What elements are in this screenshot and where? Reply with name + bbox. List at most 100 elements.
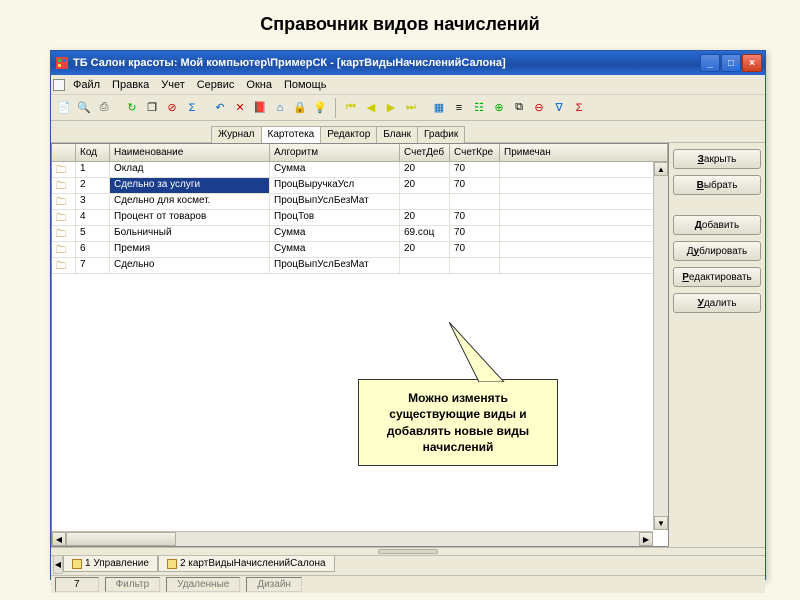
- bottom-tab-1[interactable]: 1 Управление: [63, 556, 158, 572]
- bulb-icon[interactable]: 💡: [311, 99, 329, 117]
- next-icon[interactable]: ▶: [382, 99, 400, 117]
- col-code[interactable]: Код: [76, 144, 110, 161]
- scroll-down-icon[interactable]: ▼: [654, 516, 668, 530]
- copy-icon[interactable]: ❐: [143, 99, 161, 117]
- dup-rec-icon[interactable]: ⧉: [510, 99, 528, 117]
- sigma2-icon[interactable]: Σ: [570, 99, 588, 117]
- cell-alg: Сумма: [270, 162, 400, 177]
- scroll-thumb[interactable]: [66, 532, 176, 546]
- folder-icon: 🗀: [56, 213, 66, 224]
- cell-code: 5: [76, 226, 110, 241]
- col-name[interactable]: Наименование: [110, 144, 270, 161]
- card-icon[interactable]: ☷: [470, 99, 488, 117]
- cell-kre: [450, 194, 500, 209]
- grid-icon[interactable]: ▦: [430, 99, 448, 117]
- horizontal-scrollbar[interactable]: ◀ ▶: [52, 531, 653, 546]
- row-handle[interactable]: 🗀: [52, 242, 76, 257]
- edit-button[interactable]: Редактировать: [673, 267, 761, 287]
- menu-edit[interactable]: Правка: [106, 77, 155, 93]
- folder-icon: 🗀: [56, 245, 66, 256]
- row-handle[interactable]: 🗀: [52, 258, 76, 273]
- close-window-button[interactable]: ×: [742, 54, 762, 72]
- page-title: Справочник видов начислений: [0, 0, 800, 43]
- scroll-up-icon[interactable]: ▲: [654, 162, 668, 176]
- cell-deb: 69.соц: [400, 226, 450, 241]
- cross-icon[interactable]: ✕: [231, 99, 249, 117]
- tab-scroll-left-icon[interactable]: ◀: [53, 556, 63, 574]
- cell-code: 3: [76, 194, 110, 209]
- close-button[interactable]: Закрыть: [673, 149, 761, 169]
- table-row[interactable]: 🗀6ПремияСумма2070: [52, 242, 668, 258]
- lock-icon[interactable]: 🔒: [291, 99, 309, 117]
- col-debit[interactable]: СчетДеб: [400, 144, 450, 161]
- tab-editor[interactable]: Редактор: [320, 126, 377, 143]
- last-icon[interactable]: ⏭: [402, 99, 420, 117]
- status-count: 7: [55, 577, 99, 592]
- status-filter[interactable]: Фильтр: [105, 577, 161, 592]
- bottom-tab-2[interactable]: 2 картВидыНачисленийСалона: [158, 556, 335, 572]
- add-button[interactable]: Добавить: [673, 215, 761, 235]
- table-row[interactable]: 🗀5БольничныйСумма69.соц70: [52, 226, 668, 242]
- table-row[interactable]: 🗀2Сдельно за услугиПроцВыручкаУсл2070: [52, 178, 668, 194]
- open-icon[interactable]: 🔍: [75, 99, 93, 117]
- menu-service[interactable]: Сервис: [191, 77, 241, 93]
- tab-blank[interactable]: Бланк: [376, 126, 418, 143]
- cell-note: [500, 178, 668, 193]
- menu-help[interactable]: Помощь: [278, 77, 333, 93]
- app-window: ТБ Салон красоты: Мой компьютер\ПримерСК…: [50, 50, 766, 580]
- cell-name: Процент от товаров: [110, 210, 270, 225]
- scroll-left-icon[interactable]: ◀: [52, 532, 66, 546]
- window-title: ТБ Салон красоты: Мой компьютер\ПримерСК…: [73, 57, 700, 69]
- titlebar: ТБ Салон красоты: Мой компьютер\ПримерСК…: [51, 51, 765, 75]
- cell-code: 2: [76, 178, 110, 193]
- folder-icon: [72, 559, 82, 569]
- row-handle[interactable]: 🗀: [52, 194, 76, 209]
- status-design[interactable]: Дизайн: [246, 577, 302, 592]
- table-row[interactable]: 🗀3Сдельно для космет.ПроцВыпУслБезМат: [52, 194, 668, 210]
- row-handle[interactable]: 🗀: [52, 226, 76, 241]
- menu-file[interactable]: Файл: [67, 77, 106, 93]
- table-row[interactable]: 🗀4Процент от товаровПроцТов2070: [52, 210, 668, 226]
- menu-accounting[interactable]: Учет: [155, 77, 191, 93]
- scroll-right-icon[interactable]: ▶: [639, 532, 653, 546]
- minimize-button[interactable]: _: [700, 54, 720, 72]
- cell-deb: 20: [400, 178, 450, 193]
- menubar: Файл Правка Учет Сервис Окна Помощь: [51, 75, 765, 95]
- cell-alg: ПроцТов: [270, 210, 400, 225]
- refresh-icon[interactable]: ↻: [123, 99, 141, 117]
- new-icon[interactable]: 📄: [55, 99, 73, 117]
- home-icon[interactable]: ⌂: [271, 99, 289, 117]
- col-algorithm[interactable]: Алгоритм: [270, 144, 400, 161]
- table-row[interactable]: 🗀1ОкладСумма2070: [52, 162, 668, 178]
- book-icon[interactable]: 📕: [251, 99, 269, 117]
- del-rec-icon[interactable]: ⊖: [530, 99, 548, 117]
- row-handle[interactable]: 🗀: [52, 162, 76, 177]
- undo-icon[interactable]: ↶: [211, 99, 229, 117]
- tab-journal[interactable]: Журнал: [211, 126, 262, 143]
- row-handle[interactable]: 🗀: [52, 178, 76, 193]
- filter-icon[interactable]: ∇: [550, 99, 568, 117]
- splitter-handle[interactable]: [51, 547, 765, 555]
- add-rec-icon[interactable]: ⊕: [490, 99, 508, 117]
- table-row[interactable]: 🗀7СдельноПроцВыпУслБезМат: [52, 258, 668, 274]
- delete-button[interactable]: Удалить: [673, 293, 761, 313]
- tab-graphic[interactable]: График: [417, 126, 465, 143]
- menu-windows[interactable]: Окна: [240, 77, 278, 93]
- duplicate-button[interactable]: Дублировать: [673, 241, 761, 261]
- prev-icon[interactable]: ◀: [362, 99, 380, 117]
- first-icon[interactable]: ⏮: [342, 99, 360, 117]
- row-handle[interactable]: 🗀: [52, 210, 76, 225]
- data-grid[interactable]: Код Наименование Алгоритм СчетДеб СчетКр…: [51, 143, 669, 547]
- print-icon[interactable]: ⎙: [95, 99, 113, 117]
- status-deleted[interactable]: Удаленные: [166, 577, 240, 592]
- col-credit[interactable]: СчетКре: [450, 144, 500, 161]
- tab-kartoteka[interactable]: Картотека: [261, 126, 322, 143]
- list-icon[interactable]: ≡: [450, 99, 468, 117]
- choose-button[interactable]: Выбрать: [673, 175, 761, 195]
- col-handle[interactable]: [52, 144, 76, 161]
- col-note[interactable]: Примечан: [500, 144, 668, 161]
- sum-icon[interactable]: Σ: [183, 99, 201, 117]
- maximize-button[interactable]: □: [721, 54, 741, 72]
- vertical-scrollbar[interactable]: ▲ ▼: [653, 162, 668, 530]
- cancel-icon[interactable]: ⊘: [163, 99, 181, 117]
